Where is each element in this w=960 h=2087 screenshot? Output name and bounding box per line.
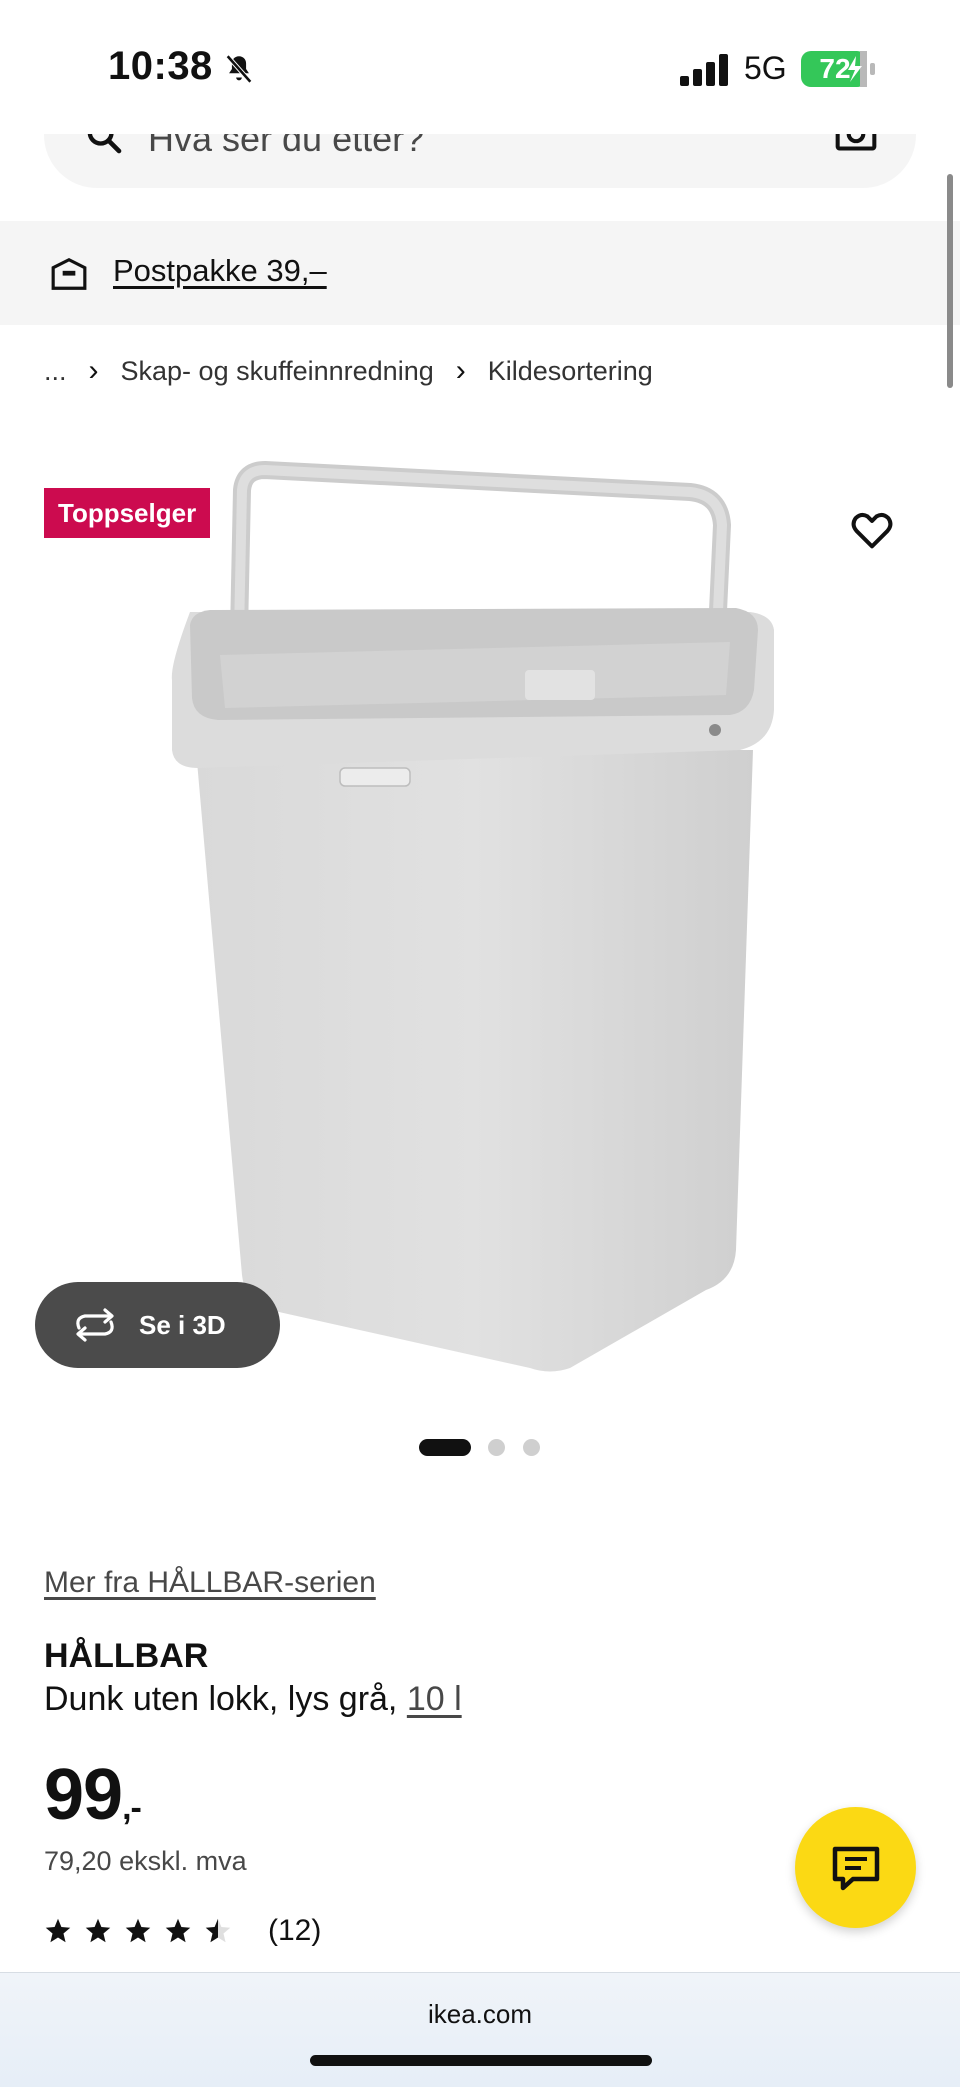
star-filled-icon xyxy=(125,1918,151,1943)
scrollbar[interactable] xyxy=(947,174,953,388)
review-count[interactable]: (12) xyxy=(268,1914,321,1948)
signal-icon xyxy=(680,54,728,86)
price-suffix: ,- xyxy=(122,1789,142,1827)
carousel-dot[interactable] xyxy=(488,1439,505,1456)
browser-url[interactable]: ikea.com xyxy=(0,1999,960,2030)
browser-address-bar[interactable]: ikea.com xyxy=(0,1972,960,2087)
search-input[interactable]: Hva ser du etter? xyxy=(44,134,916,188)
view-3d-button[interactable]: Se i 3D xyxy=(35,1282,280,1368)
status-time: 10:38 xyxy=(108,44,213,88)
breadcrumb-item-kildesortering[interactable]: Kildesortering xyxy=(488,356,653,387)
product-description-text: Dunk uten lokk, lys grå, xyxy=(44,1680,398,1718)
search-placeholder: Hva ser du etter? xyxy=(148,134,425,159)
delivery-text[interactable]: Postpakke 39,– xyxy=(113,253,327,289)
price-value: 99 xyxy=(44,1755,123,1835)
product-name: HÅLLBAR xyxy=(44,1637,209,1675)
product-description: Dunk uten lokk, lys grå, 10 l xyxy=(44,1680,462,1719)
delivery-box-icon xyxy=(51,257,87,290)
battery-level: 72 xyxy=(819,53,851,84)
rating[interactable]: (12) xyxy=(44,1914,321,1948)
breadcrumb-item-skap[interactable]: Skap- og skuffeinnredning xyxy=(121,356,434,387)
search-container: Hva ser du etter? xyxy=(0,134,960,190)
bell-slash-icon xyxy=(225,54,253,84)
search-icon[interactable] xyxy=(84,134,124,156)
breadcrumb: ... › Skap- og skuffeinnredning › Kildes… xyxy=(44,354,653,388)
network-type: 5G xyxy=(744,50,787,86)
product-image[interactable] xyxy=(150,450,800,1400)
breadcrumb-ellipsis[interactable]: ... xyxy=(44,356,67,387)
camera-icon[interactable] xyxy=(834,134,878,154)
carousel-dot[interactable] xyxy=(523,1439,540,1456)
carousel-dot-active[interactable] xyxy=(419,1439,471,1456)
chevron-right-icon: › xyxy=(455,354,466,387)
star-filled-icon xyxy=(165,1918,191,1943)
price: 99,- xyxy=(44,1754,142,1836)
star-filled-icon xyxy=(45,1918,71,1943)
series-link[interactable]: Mer fra HÅLLBAR-serien xyxy=(44,1566,376,1600)
delivery-banner[interactable]: Postpakke 39,– xyxy=(0,221,960,325)
view-3d-label: Se i 3D xyxy=(139,1310,226,1340)
heart-icon[interactable] xyxy=(850,510,894,550)
chat-icon xyxy=(832,1846,880,1891)
star-filled-icon xyxy=(85,1918,111,1943)
rotate-3d-icon xyxy=(76,1308,114,1342)
chat-button[interactable] xyxy=(795,1807,916,1928)
chevron-right-icon: › xyxy=(88,354,99,387)
star-half-icon xyxy=(205,1918,231,1943)
bestseller-badge: Toppselger xyxy=(44,488,211,538)
size-link[interactable]: 10 l xyxy=(407,1680,462,1718)
price-excl-vat: 79,20 ekskl. mva xyxy=(44,1846,247,1876)
home-indicator xyxy=(310,2055,652,2066)
